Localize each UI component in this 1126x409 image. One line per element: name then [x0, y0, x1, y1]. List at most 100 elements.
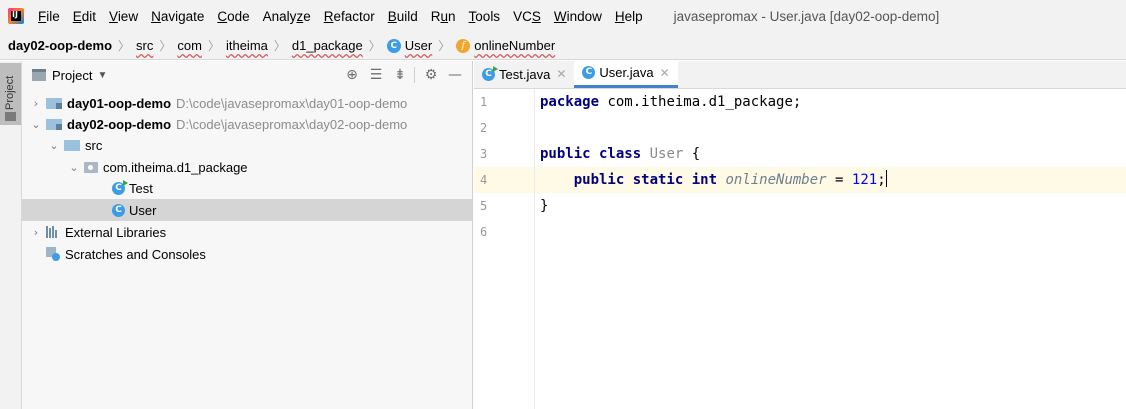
tree-item-path: D:\code\javasepromax\day01-oop-demo	[176, 95, 408, 111]
gear-icon[interactable]: ⚙	[420, 65, 442, 85]
menu-run[interactable]: Run	[431, 9, 456, 24]
menu-window[interactable]: Window	[554, 9, 602, 24]
tree-item-label: Scratches and Consoles	[65, 246, 206, 262]
code-line-4[interactable]: public static int onlineNumber = 121;	[535, 167, 1126, 193]
menu-refactor[interactable]: Refactor	[324, 9, 375, 24]
runnable-class-icon: C	[112, 179, 128, 195]
breadcrumb-user-class[interactable]: User	[405, 38, 432, 53]
chevron-down-icon[interactable]: ⌄	[68, 161, 80, 174]
tab-label: Test.java	[499, 66, 551, 82]
tree-item-package[interactable]: ⌄ com.itheima.d1_package	[22, 156, 472, 178]
menu-vcs[interactable]: VCS	[513, 9, 541, 24]
chevron-down-icon[interactable]: ⌄	[48, 139, 60, 152]
hide-panel-icon[interactable]: —	[444, 65, 466, 85]
menu-build[interactable]: Build	[388, 9, 418, 24]
breadcrumb-project[interactable]: day02-oop-demo	[8, 38, 112, 53]
scratches-icon	[46, 247, 60, 261]
breadcrumb-com[interactable]: com	[177, 38, 202, 53]
module-folder-icon	[46, 97, 62, 109]
close-icon[interactable]: ✕	[660, 66, 670, 80]
project-view-selector[interactable]: Project	[52, 68, 92, 83]
tree-item-test[interactable]: C Test	[22, 177, 472, 199]
code-text: =	[826, 172, 852, 188]
tab-test-java[interactable]: C Test.java ✕	[474, 60, 574, 88]
line-number: 1	[480, 95, 488, 109]
number-literal: 121	[851, 172, 878, 188]
chevron-right-icon[interactable]: ›	[30, 97, 42, 110]
class-icon: C	[386, 38, 401, 53]
line-number: 5	[480, 199, 488, 213]
module-folder-icon	[46, 118, 62, 130]
keyword: public class	[540, 146, 642, 162]
keyword: package	[540, 94, 600, 110]
code-text: ;	[877, 172, 886, 188]
chevron-down-icon[interactable]: ▼	[97, 70, 107, 81]
tree-item-user[interactable]: C User	[22, 199, 472, 221]
code-area[interactable]: package com.itheima.d1_package; public c…	[534, 89, 1126, 409]
left-tool-stripe: Project	[0, 61, 22, 409]
source-folder-icon	[64, 139, 80, 151]
chevron-right-icon: 〉	[438, 39, 451, 53]
chevron-right-icon: 〉	[207, 39, 220, 53]
tree-item-label: Test	[129, 180, 153, 196]
tab-user-java[interactable]: C User.java ✕	[574, 60, 678, 88]
tab-label: User.java	[599, 65, 654, 80]
package-icon	[84, 161, 98, 173]
collapse-all-icon[interactable]: ⇟	[389, 65, 411, 85]
menu-file[interactable]: File	[38, 9, 60, 24]
menu-tools[interactable]: Tools	[469, 9, 501, 24]
line-number: 2	[480, 121, 488, 135]
chevron-right-icon[interactable]: ›	[30, 226, 42, 239]
menu-edit[interactable]: Edit	[73, 9, 96, 24]
expand-all-icon[interactable]: ☰	[365, 65, 387, 85]
code-text: com.itheima.d1_package;	[599, 94, 802, 110]
project-tool-tab-label: Project	[4, 75, 16, 110]
text-caret	[885, 170, 887, 187]
toolbar-divider	[414, 67, 415, 83]
breadcrumb-src[interactable]: src	[136, 38, 153, 53]
menu-navigate[interactable]: Navigate	[151, 9, 204, 24]
folder-icon	[5, 112, 16, 121]
code-line-2[interactable]	[535, 115, 1126, 141]
editor-tab-bar: C Test.java ✕ C User.java ✕	[474, 60, 1126, 89]
menu-code[interactable]: Code	[217, 9, 249, 24]
code-text: {	[683, 146, 701, 162]
class-icon: C	[582, 66, 596, 79]
tree-item-label: src	[85, 137, 103, 153]
breadcrumb-d1-package[interactable]: d1_package	[292, 38, 363, 53]
code-line-3[interactable]: public class User {	[535, 141, 1126, 167]
tree-item-day01-oop-demo[interactable]: › day01-oop-demo D:\code\javasepromax\da…	[22, 92, 472, 114]
chevron-right-icon: 〉	[159, 39, 172, 53]
class-name: User	[649, 146, 684, 162]
keyword: public static int	[573, 172, 718, 188]
menu-view[interactable]: View	[109, 9, 138, 24]
code-line-5[interactable]: }	[535, 193, 1126, 219]
tree-item-day02-oop-demo[interactable]: ⌄ day02-oop-demo D:\code\javasepromax\da…	[22, 113, 472, 135]
close-icon[interactable]: ✕	[556, 67, 566, 81]
tree-item-label: day01-oop-demo	[67, 95, 172, 111]
breadcrumb-itheima[interactable]: itheima	[226, 38, 268, 53]
menu-bar: IJ File Edit View Navigate Code Analyze Refact…	[0, 0, 1126, 32]
tree-item-label: External Libraries	[65, 224, 167, 240]
code-line-6[interactable]	[535, 219, 1126, 245]
menu-analyze[interactable]: Analyze	[263, 9, 311, 24]
runnable-class-icon: C	[482, 65, 498, 81]
line-number-gutter: 1 2 3 4 5 6	[474, 89, 534, 409]
navigation-breadcrumb: day02-oop-demo 〉 src 〉 com 〉 itheima 〉 d…	[0, 32, 1126, 60]
line-number: 6	[480, 225, 488, 239]
menu-help[interactable]: Help	[615, 9, 643, 24]
project-panel-toolbar: ⊕ ☰ ⇟ ⚙ —	[339, 65, 466, 85]
project-view-icon	[32, 69, 46, 81]
locate-file-icon[interactable]: ⊕	[341, 65, 363, 85]
field-icon: f	[456, 38, 471, 53]
class-icon: C	[112, 203, 125, 217]
code-line-1[interactable]: package com.itheima.d1_package;	[535, 89, 1126, 115]
tree-item-scratches[interactable]: Scratches and Consoles	[22, 243, 472, 265]
breadcrumb-member[interactable]: onlineNumber	[474, 38, 555, 53]
tree-item-external-libraries[interactable]: › External Libraries	[22, 221, 472, 243]
tree-item-src[interactable]: ⌄ src	[22, 134, 472, 156]
chevron-down-icon[interactable]: ⌄	[30, 118, 42, 131]
chevron-right-icon: 〉	[368, 39, 381, 53]
project-tool-tab[interactable]: Project	[0, 63, 21, 125]
library-icon	[46, 226, 60, 238]
